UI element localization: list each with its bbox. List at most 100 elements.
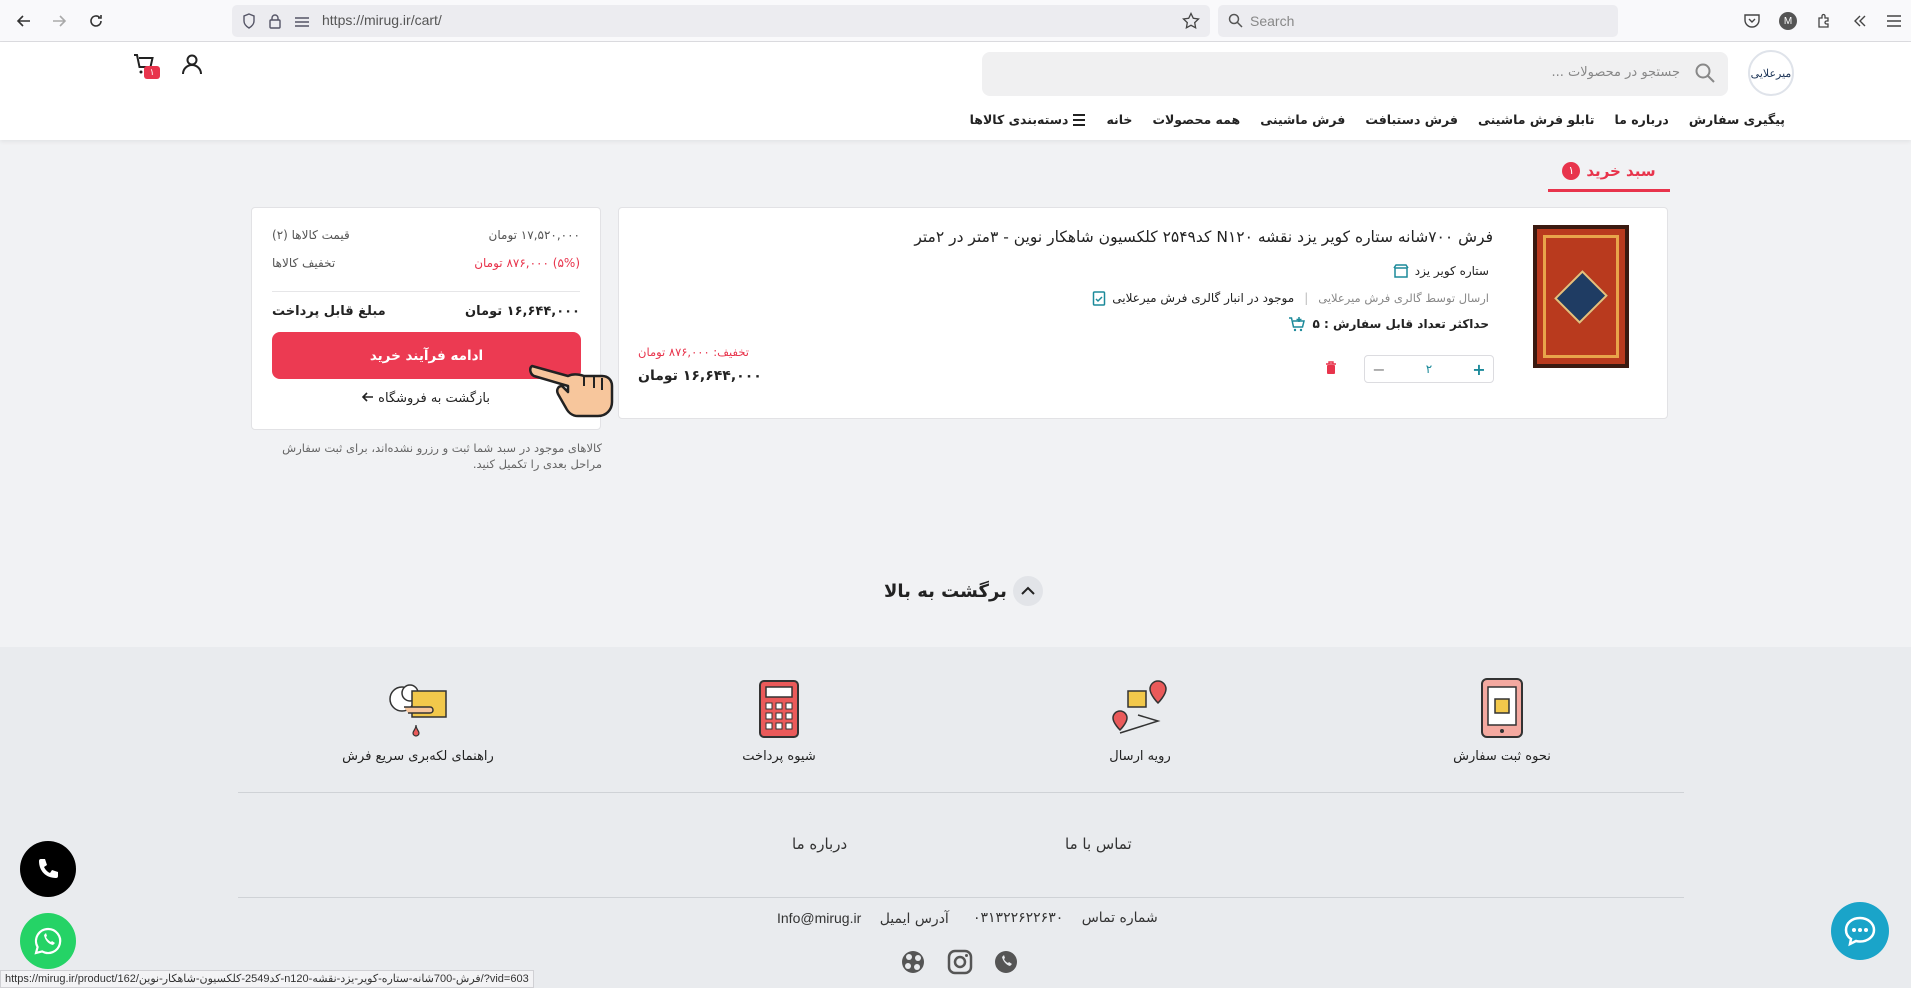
item-discount: تخفیف: ۸۷۶,۰۰۰ تومان [638,345,749,359]
phone-label: شماره تماس [1081,910,1158,926]
phone-value[interactable]: ۰۳۱۳۲۲۶۲۲۶۳۰ [973,910,1063,926]
url-text[interactable]: https://mirug.ir/cart/ [322,12,442,28]
footer-divider [238,792,1684,793]
whatsapp-social-icon[interactable] [991,947,1021,977]
nav-machine-rugs[interactable]: فرش ماشینی [1260,112,1345,127]
delivery-route-icon [1040,675,1240,739]
hamburger-icon [1073,113,1086,126]
summary-items-price-label: قیمت کالاها (۲) [272,228,350,242]
phone-icon [39,859,58,878]
status-bar-url: https://mirug.ir/product/162/کد2549-کلکس… [0,970,534,988]
product-brand: ستاره کویر یزد [1414,264,1489,278]
store-icon [1393,264,1409,278]
email-label: آدرس ایمیل [879,911,949,927]
main-navigation: دسته‌بندی کالاها خانه همه محصولات فرش ما… [970,112,1785,127]
footer-link-contact[interactable]: تماس با ما [1065,835,1132,853]
feature-shipping[interactable]: رویه ارسال [1040,675,1240,764]
summary-discount-value: (۵%) ۸۷۶,۰۰۰ تومان [474,256,580,270]
product-title[interactable]: فرش ۷۰۰شانه ستاره کویر یزد نقشه N۱۲۰ کد۲… [914,228,1493,246]
search-icon[interactable] [1694,62,1716,88]
product-max-order-row: حداکثر تعداد قابل سفارش : ۵ [1288,316,1489,332]
footer-link-about[interactable]: درباره ما [792,835,847,853]
product-stock-row: موجود در انبار گالری فرش میرعلایی | ارسا… [1092,290,1489,306]
summary-discount-row: تخفیف کالاها (۵%) ۸۷۶,۰۰۰ تومان [272,256,580,270]
overflow-chevrons-icon[interactable] [1848,9,1872,33]
cleaning-hand-icon [318,675,518,739]
product-search-input[interactable]: جستجو در محصولات ... [982,52,1728,96]
summary-discount-label: تخفیف کالاها [272,256,336,270]
live-chat-button[interactable] [1831,902,1889,960]
product-stock: موجود در انبار گالری فرش میرعلایی [1112,291,1295,305]
stock-check-icon [1093,291,1106,306]
user-icon[interactable] [180,52,204,80]
cart-count-badge: ۱ [144,66,160,79]
product-image[interactable] [1533,225,1629,368]
whatsapp-button[interactable] [20,913,76,969]
cart-plus-icon [1289,317,1306,332]
product-max-order: حداکثر تعداد قابل سفارش : ۵ [1312,317,1489,331]
cart-item-card: فرش ۷۰۰شانه ستاره کویر یزد نقشه N۱۲۰ کد۲… [618,207,1668,419]
quantity-stepper: − ۲ + [1364,355,1494,383]
back-icon[interactable] [12,9,36,33]
feature-payment[interactable]: شیوه پرداخت [679,675,879,764]
chat-bubble-icon [1844,916,1876,947]
aparat-icon[interactable] [898,947,928,977]
feature-order-guide[interactable]: نحوه ثبت سفارش [1402,675,1602,764]
lock-icon[interactable] [268,13,282,33]
browser-toolbar: https://mirug.ir/cart/ Search M [0,0,1911,42]
nav-all-products[interactable]: همه محصولات [1152,112,1240,127]
decrease-quantity-button[interactable]: − [1371,360,1387,379]
calculator-icon [679,675,879,739]
summary-items-price-row: قیمت کالاها (۲) ۱۷,۵۲۰,۰۰۰ تومان [272,228,580,242]
summary-payable-row: مبلغ قابل پرداخت ۱۶,۶۴۴,۰۰۰ تومان [272,304,580,319]
profile-avatar[interactable]: M [1776,9,1800,33]
browser-search-bar[interactable]: Search [1218,5,1618,37]
trash-icon[interactable] [1325,360,1337,379]
menu-icon[interactable] [1882,9,1906,33]
footer-phone: شماره تماس ۰۳۱۳۲۲۶۲۲۶۳۰ [973,910,1158,926]
product-brand-row: ستاره کویر یزد [1393,264,1489,278]
reload-icon[interactable] [84,9,108,33]
call-button[interactable] [20,841,76,897]
site-header: میرعلایی جستجو در محصولات ... ۱ دسته‌بند… [0,42,1911,140]
increase-quantity-button[interactable]: + [1471,360,1487,379]
cart-tab-count: ۱ [1562,161,1581,180]
chevron-up-icon [1012,576,1043,606]
url-bar[interactable]: https://mirug.ir/cart/ [232,5,1210,37]
footer-email: آدرس ایمیل Info@mirug.ir [777,910,949,927]
product-search-placeholder: جستجو در محصولات ... [1551,65,1680,80]
pocket-icon[interactable] [1740,9,1764,33]
instagram-icon[interactable] [945,947,975,977]
browser-search-placeholder: Search [1250,13,1295,29]
site-settings-icon[interactable] [294,14,310,33]
cart-tab-label: سبد خرید [1586,161,1656,180]
summary-divider [272,291,580,292]
nav-about[interactable]: درباره ما [1614,112,1668,127]
bookmark-star-icon[interactable] [1182,11,1200,34]
shield-icon[interactable] [242,13,256,33]
search-icon [1228,13,1243,32]
back-to-top-button[interactable]: برگشت به بالا [884,576,1043,606]
forward-icon[interactable] [47,9,71,33]
product-shipping: ارسال توسط گالری فرش میرعلایی [1318,291,1489,305]
nav-handmade-rugs[interactable]: فرش دستبافت [1365,112,1458,127]
tab-cart[interactable]: سبد خرید ۱ [1548,152,1670,192]
arrow-left-icon [361,392,374,402]
quantity-value[interactable]: ۲ [1426,362,1432,376]
item-price: ۱۶,۶۴۴,۰۰۰ تومان [638,368,762,384]
summary-items-price-value: ۱۷,۵۲۰,۰۰۰ تومان [488,228,580,242]
summary-payable-value: ۱۶,۶۴۴,۰۰۰ تومان [465,304,580,319]
extensions-icon[interactable] [1812,9,1836,33]
nav-rug-tableau[interactable]: تابلو فرش ماشینی [1478,112,1595,127]
nav-home[interactable]: خانه [1106,112,1132,127]
pointer-hand-icon [528,352,620,426]
footer-divider-2 [238,897,1684,898]
nav-categories[interactable]: دسته‌بندی کالاها [970,112,1087,127]
cart-note: کالاهای موجود در سبد شما ثبت و رزرو نشده… [282,441,602,471]
email-value[interactable]: Info@mirug.ir [777,910,861,926]
feature-stain-guide[interactable]: راهنمای لکه‌بری سریع فرش [318,675,518,764]
site-logo[interactable]: میرعلایی [1748,50,1794,96]
tablet-box-icon [1402,675,1602,739]
nav-order-tracking[interactable]: پیگیری سفارش [1689,112,1785,127]
whatsapp-icon [34,927,62,955]
